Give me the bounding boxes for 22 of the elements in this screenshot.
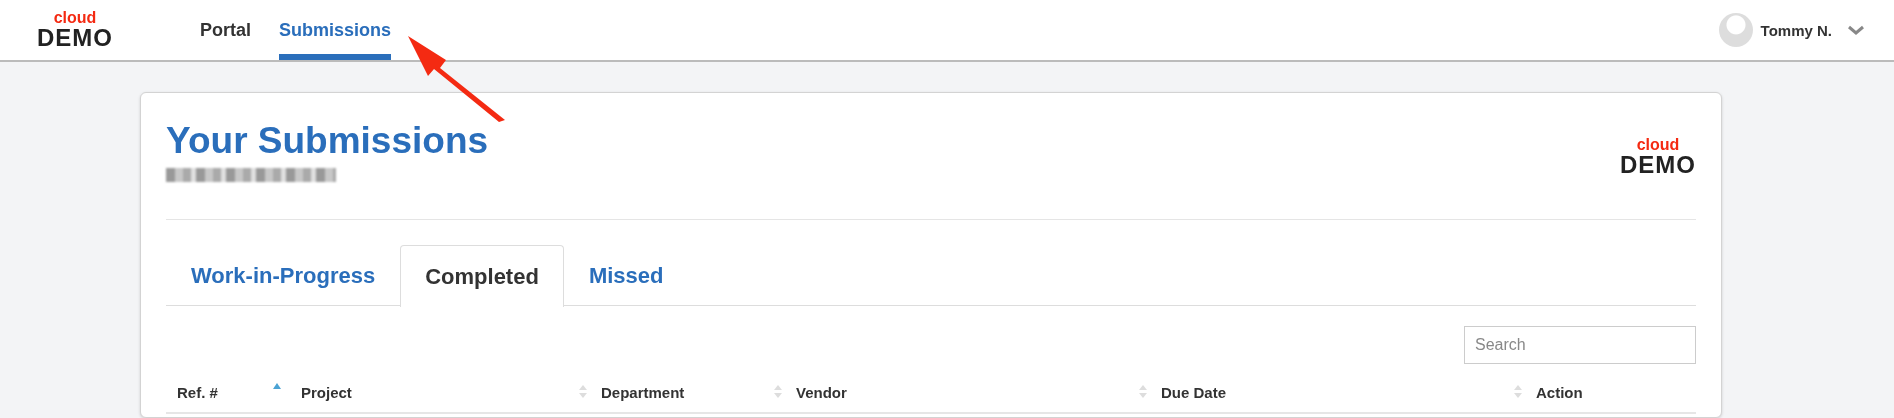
column-header[interactable]: Department xyxy=(601,383,685,401)
column-header[interactable]: Project xyxy=(301,383,352,401)
logo: cloud DEMO xyxy=(1620,137,1696,177)
column-header[interactable]: Action xyxy=(1536,383,1583,401)
sort-icon[interactable] xyxy=(1513,384,1523,399)
column-header[interactable]: Due Date xyxy=(1161,383,1227,401)
nav-link[interactable]: Submissions xyxy=(279,0,392,60)
search-field[interactable]: Search xyxy=(1464,326,1696,364)
column-header[interactable]: Vendor xyxy=(796,383,847,401)
column-header[interactable]: Ref. # xyxy=(177,383,218,401)
tab[interactable]: Work-in-Progress xyxy=(166,245,401,306)
avatar-icon[interactable] xyxy=(1718,13,1753,47)
sort-icon[interactable] xyxy=(578,384,588,399)
nav-link[interactable]: Portal xyxy=(200,0,251,60)
chevron-down-icon[interactable] xyxy=(1848,25,1864,35)
sort-icon[interactable] xyxy=(1138,384,1148,399)
sort-icon[interactable] xyxy=(773,384,783,399)
logo[interactable]: cloud DEMO xyxy=(35,0,115,60)
tab[interactable]: Completed xyxy=(400,245,564,307)
user-name[interactable]: Tommy N. xyxy=(1760,21,1832,39)
tab[interactable]: Missed xyxy=(563,245,689,306)
page-title: Your Submissions xyxy=(166,120,489,162)
